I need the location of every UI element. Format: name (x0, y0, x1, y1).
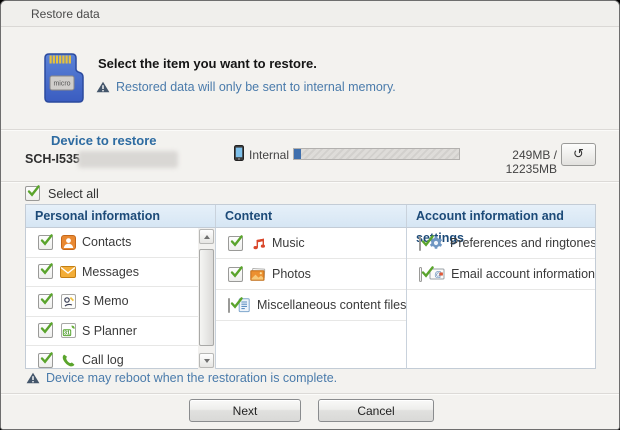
list-item-messages[interactable]: Messages (26, 258, 215, 288)
item-label: Messages (82, 265, 139, 279)
item-checkbox[interactable] (38, 264, 53, 279)
item-checkbox[interactable] (228, 267, 243, 282)
arrow-up-icon (204, 235, 210, 239)
list-item-miscellaneous[interactable]: Miscellaneous content files (216, 290, 406, 321)
storage-progress-fill (294, 149, 301, 159)
scrollbar-thumb[interactable] (199, 249, 214, 346)
call-log-icon (60, 352, 76, 368)
section-divider (1, 129, 619, 131)
device-model: SCH-I535 (25, 152, 80, 166)
messages-icon (60, 264, 76, 280)
list-item-contacts[interactable]: Contacts (26, 228, 215, 258)
music-icon (250, 235, 266, 251)
column-header-account: Account information and settings (407, 205, 595, 227)
item-checkbox[interactable] (38, 353, 53, 368)
item-checkbox[interactable] (38, 323, 53, 338)
list-item-email-account[interactable]: @ Email account information (407, 259, 595, 290)
item-checkbox[interactable] (419, 236, 421, 251)
next-button[interactable]: Next (189, 399, 301, 422)
storage-label: Internal (249, 148, 289, 162)
restore-data-dialog: Restore data micro Select the item you w… (0, 0, 620, 430)
arrow-down-icon (204, 359, 210, 363)
dialog-title: Restore data (31, 7, 100, 21)
warning-icon (26, 372, 40, 384)
list-item-preferences[interactable]: Preferences and ringtones (407, 228, 595, 259)
table-header-row: Personal information Content Account inf… (26, 205, 595, 228)
redacted-phone-number (78, 151, 178, 168)
reboot-warning: Device may reboot when the restoration i… (46, 371, 337, 385)
item-label: Email account information (451, 267, 595, 281)
column-header-personal: Personal information (26, 205, 215, 227)
account-settings-column: Preferences and ringtones @ Email accoun… (407, 228, 595, 369)
scroll-down-button[interactable] (199, 353, 214, 368)
select-all-checkbox-row[interactable]: Select all (25, 186, 99, 201)
list-item-call-log[interactable]: Call log (26, 346, 215, 369)
item-label: Miscellaneous content files (257, 298, 406, 312)
footer-divider (1, 393, 619, 395)
list-item-music[interactable]: Music (216, 228, 406, 259)
content-column: Music Photos Miscellaneous content files (215, 228, 407, 369)
phone-icon (234, 145, 244, 161)
list-item-photos[interactable]: Photos (216, 259, 406, 290)
cancel-button[interactable]: Cancel (318, 399, 434, 422)
warning-icon (96, 81, 110, 93)
svg-text:31: 31 (64, 331, 70, 337)
instruction-text: Select the item you want to restore. (98, 56, 317, 71)
item-label: S Planner (82, 324, 137, 338)
restore-items-table: Personal information Content Account inf… (25, 204, 596, 369)
scroll-up-button[interactable] (199, 229, 214, 244)
item-checkbox[interactable] (228, 236, 243, 251)
item-label: S Memo (82, 294, 129, 308)
s-planner-icon: 31 (60, 323, 76, 339)
item-label: Music (272, 236, 305, 250)
internal-memory-warning: Restored data will only be sent to inter… (116, 80, 396, 94)
list-item-s-planner[interactable]: 31 S Planner (26, 317, 215, 347)
scrollbar[interactable] (198, 228, 215, 369)
title-bar: Restore data (1, 1, 619, 27)
item-label: Call log (82, 353, 124, 367)
contacts-icon (60, 234, 76, 250)
storage-usage-text: 249MB / 12235MB (461, 148, 557, 176)
section-divider (1, 181, 619, 183)
svg-text:micro: micro (53, 81, 70, 88)
item-checkbox[interactable] (419, 267, 422, 282)
select-all-checkbox[interactable] (25, 186, 40, 201)
photos-icon (250, 266, 266, 282)
personal-information-column: Contacts Messages S Memo 31 S Planner (26, 228, 215, 369)
s-memo-icon (60, 293, 76, 309)
item-checkbox[interactable] (38, 294, 53, 309)
select-all-label: Select all (48, 187, 99, 201)
refresh-button[interactable]: ↺ (561, 143, 596, 166)
refresh-icon: ↺ (573, 146, 584, 161)
microsd-card-icon: micro (35, 51, 89, 105)
item-label: Photos (272, 267, 311, 281)
item-checkbox[interactable] (38, 235, 53, 250)
list-item-s-memo[interactable]: S Memo (26, 287, 215, 317)
item-label: Contacts (82, 235, 131, 249)
device-to-restore-label: Device to restore (51, 133, 157, 148)
storage-progress-bar (293, 148, 460, 160)
item-checkbox[interactable] (228, 298, 230, 313)
column-header-content: Content (215, 205, 407, 227)
item-label: Preferences and ringtones (450, 236, 595, 250)
